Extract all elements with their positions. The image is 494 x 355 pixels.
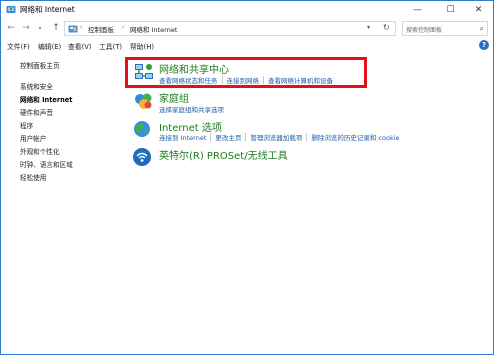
category-links-internet-options: 连接到 Internet 更改主页 管理浏览器加载项 删除浏览的历史记录和 cooki… xyxy=(159,132,400,142)
internet-options-icon[interactable] xyxy=(132,119,152,139)
help-icon[interactable]: ? xyxy=(479,40,489,50)
link-change-homepage[interactable]: 更改主页 xyxy=(215,132,241,142)
link-homegroup-sharing[interactable]: 选择家庭组和共享选项 xyxy=(159,104,224,114)
control-panel-window: 网络和 Internet — ☐ ✕ ← → ▾ ↑ › 控制面板 › 网络和 … xyxy=(0,0,494,355)
intel-wireless-icon[interactable] xyxy=(132,147,152,167)
crumb-control-panel[interactable]: 控制面板 xyxy=(88,24,114,34)
sidebar-item-appearance[interactable]: 外观和个性化 xyxy=(20,146,60,156)
sidebar-item-ease-of-access[interactable]: 轻松使用 xyxy=(20,172,46,182)
link-connect-internet[interactable]: 连接到 Internet xyxy=(159,132,206,142)
network-folder-icon xyxy=(6,6,16,13)
sidebar-item-system-security[interactable]: 系统和安全 xyxy=(20,81,53,91)
link-divider xyxy=(221,76,223,84)
recent-locations-button[interactable]: ▾ xyxy=(35,22,45,34)
sidebar-item-clock-language[interactable]: 时钟、语言和区域 xyxy=(20,159,73,169)
maximize-button[interactable]: ☐ xyxy=(437,1,464,18)
sidebar-item-home[interactable]: 控制面板主页 xyxy=(20,60,60,70)
title-bar[interactable]: 网络和 Internet — ☐ ✕ xyxy=(1,1,493,18)
category-title-homegroup[interactable]: 家庭组 xyxy=(159,90,189,105)
category-links-network-sharing: 查看网络状态和任务 连接到网络 查看网络计算机和设备 xyxy=(159,75,333,85)
menu-help[interactable]: 帮助(H) xyxy=(130,41,154,51)
sidebar-item-user-accounts[interactable]: 用户帐户 xyxy=(20,133,46,143)
link-divider xyxy=(245,133,247,141)
up-button[interactable]: ↑ xyxy=(51,22,61,34)
category-links-homegroup: 选择家庭组和共享选项 xyxy=(159,104,224,114)
back-button[interactable]: ← xyxy=(6,22,16,34)
sidebar-item-programs[interactable]: 程序 xyxy=(20,120,33,130)
menu-file[interactable]: 文件(F) xyxy=(7,41,30,51)
network-sharing-center-icon[interactable] xyxy=(134,62,154,82)
link-divider xyxy=(306,133,308,141)
link-delete-history[interactable]: 删除浏览的历史记录和 cookie xyxy=(311,132,399,142)
link-connect-network[interactable]: 连接到网络 xyxy=(227,75,260,85)
window-title: 网络和 Internet xyxy=(20,5,75,14)
search-field[interactable]: 搜索控制面板 ⌕ xyxy=(402,21,488,36)
refresh-icon[interactable]: ↻ xyxy=(383,23,390,32)
link-view-network-computers[interactable]: 查看网络计算机和设备 xyxy=(268,75,333,85)
link-divider xyxy=(263,76,264,84)
control-panel-icon xyxy=(68,25,78,33)
menu-view[interactable]: 查看(V) xyxy=(68,41,92,51)
menu-edit[interactable]: 编辑(E) xyxy=(38,41,61,51)
search-placeholder: 搜索控制面板 xyxy=(406,27,443,34)
link-divider xyxy=(210,133,212,141)
address-field[interactable]: › 控制面板 › 网络和 Internet ▾ ↻ xyxy=(64,21,396,36)
crumb-network-internet[interactable]: 网络和 Internet xyxy=(130,24,177,34)
sidebar-item-hardware-sound[interactable]: 硬件和声音 xyxy=(20,107,53,117)
sidebar-item-network-internet: 网络和 Internet xyxy=(20,96,73,104)
crumb-separator: › xyxy=(80,24,83,31)
minimize-button[interactable]: — xyxy=(404,1,431,18)
address-bar: ← → ▾ ↑ › 控制面板 › 网络和 Internet ▾ ↻ 搜索控制面板… xyxy=(1,18,493,38)
category-title-intel-proset[interactable]: 英特尔(R) PROSet/无线工具 xyxy=(159,147,288,162)
link-view-network-status[interactable]: 查看网络状态和任务 xyxy=(159,75,218,85)
menu-bar: 文件(F) 编辑(E) 查看(V) 工具(T) 帮助(H) ? xyxy=(1,39,493,53)
category-title-network-sharing[interactable]: 网络和共享中心 xyxy=(159,61,229,76)
search-icon[interactable]: ⌕ xyxy=(480,24,484,34)
menu-tools[interactable]: 工具(T) xyxy=(99,41,122,51)
forward-button[interactable]: → xyxy=(21,22,31,34)
link-manage-addons[interactable]: 管理浏览器加载项 xyxy=(250,132,302,142)
address-dropdown-icon[interactable]: ▾ xyxy=(367,24,370,31)
homegroup-icon[interactable] xyxy=(134,91,154,111)
crumb-separator: › xyxy=(122,24,125,31)
close-button[interactable]: ✕ xyxy=(465,1,492,18)
